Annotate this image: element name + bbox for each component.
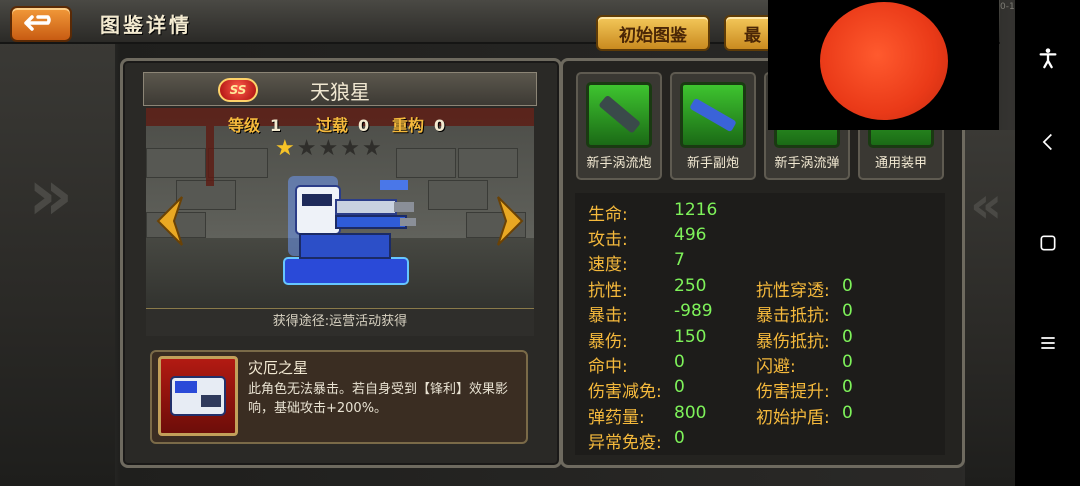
wall-chevron-icon: » bbox=[28, 154, 74, 236]
stat-value: 150 bbox=[674, 327, 707, 347]
stat-value: 0 bbox=[842, 377, 853, 397]
stat-value: 0 bbox=[842, 276, 853, 296]
equipment-slot-2[interactable]: 新手副炮 bbox=[670, 72, 756, 180]
stat-label: 异常免疫: bbox=[588, 433, 662, 453]
stat-label: 暴伤: bbox=[588, 332, 628, 352]
stat-label: 闪避: bbox=[756, 357, 796, 377]
stat-label: 生命: bbox=[588, 205, 628, 225]
secondary-gun-icon bbox=[680, 82, 746, 148]
overload-value: 0 bbox=[358, 116, 370, 135]
equipment-label: 新手涡流弹 bbox=[774, 156, 840, 171]
stat-value: 0 bbox=[674, 428, 685, 448]
stat-value: 0 bbox=[842, 327, 853, 347]
return-arrow-icon bbox=[24, 15, 51, 31]
stat-label: 速度: bbox=[588, 255, 628, 275]
star-rating: ★★★★★ bbox=[275, 136, 384, 161]
rebuild-value: 0 bbox=[434, 116, 446, 135]
menu-icon[interactable] bbox=[1035, 330, 1061, 356]
stat-label: 抗性: bbox=[588, 281, 628, 301]
skill-icon bbox=[158, 356, 238, 436]
star-empty-icon: ★ bbox=[361, 136, 384, 161]
rebuild-stat: 重构 0 bbox=[392, 112, 445, 136]
overload-stat: 过载 0 bbox=[316, 112, 369, 136]
star-empty-icon: ★ bbox=[296, 136, 319, 161]
stat-value: -989 bbox=[674, 301, 713, 321]
stat-label: 伤害提升: bbox=[756, 382, 830, 402]
star-filled-icon: ★ bbox=[275, 136, 297, 161]
next-unit-arrow-icon[interactable] bbox=[494, 195, 528, 247]
stat-label: 弹药量: bbox=[588, 408, 645, 428]
stat-value: 250 bbox=[674, 276, 707, 296]
stat-value: 0 bbox=[674, 352, 685, 372]
overload-label: 过载 bbox=[316, 116, 349, 135]
sun-image bbox=[820, 2, 948, 120]
stat-value: 0 bbox=[674, 377, 685, 397]
stat-label: 初始护盾: bbox=[756, 408, 830, 428]
equipment-label: 通用装甲 bbox=[874, 156, 927, 171]
rebuild-label: 重构 bbox=[392, 116, 425, 135]
stat-label: 攻击: bbox=[588, 230, 628, 250]
stat-label: 暴击: bbox=[588, 306, 628, 326]
cannon-icon bbox=[586, 82, 652, 148]
unit-name: 天狼星 bbox=[310, 80, 370, 104]
stat-value: 0 bbox=[842, 301, 853, 321]
stat-value: 0 bbox=[842, 403, 853, 423]
skill-title: 灾厄之星 bbox=[248, 359, 309, 377]
page-title: 图鉴详情 bbox=[100, 13, 192, 37]
stat-value: 7 bbox=[674, 250, 685, 270]
latest-codex-button[interactable]: 最 bbox=[724, 15, 774, 51]
stat-value: 800 bbox=[674, 403, 707, 423]
level-value: 1 bbox=[270, 116, 282, 135]
left-wall-decor bbox=[0, 40, 115, 486]
stat-label: 抗性穿透: bbox=[756, 281, 830, 301]
star-empty-icon: ★ bbox=[340, 136, 362, 161]
stat-label: 命中: bbox=[588, 357, 628, 377]
equipment-label: 新手副炮 bbox=[686, 156, 739, 171]
back-icon[interactable] bbox=[1035, 129, 1061, 155]
equipment-slot-1[interactable]: 新手涡流炮 bbox=[576, 72, 662, 180]
home-icon[interactable] bbox=[1035, 230, 1061, 256]
accessibility-icon[interactable] bbox=[1035, 45, 1061, 71]
stat-value: 1216 bbox=[674, 200, 718, 220]
robot-unit-image bbox=[283, 176, 416, 285]
wall-chevron-icon: « bbox=[970, 176, 1003, 234]
obtain-method: 获得途径:运营活动获得 bbox=[146, 308, 534, 336]
prev-unit-arrow-icon[interactable] bbox=[152, 195, 186, 247]
stat-label: 伤害减免: bbox=[588, 382, 662, 402]
skill-description: 此角色无法暴击。若自身受到【锋利】效果影响，基础攻击+200%。 bbox=[248, 382, 509, 416]
equipment-label: 新手涡流炮 bbox=[586, 156, 652, 171]
level-stat: 等级 1 bbox=[228, 112, 281, 136]
star-empty-icon: ★ bbox=[318, 136, 341, 161]
stat-label: 暴伤抵抗: bbox=[756, 332, 830, 352]
level-label: 等级 bbox=[228, 116, 261, 135]
initial-codex-button[interactable]: 初始图鉴 bbox=[596, 15, 710, 51]
stat-value: 0 bbox=[842, 352, 853, 372]
stat-value: 496 bbox=[674, 225, 707, 245]
back-button[interactable] bbox=[10, 6, 72, 42]
stat-label: 暴击抵抗: bbox=[756, 306, 830, 326]
grade-badge: SS bbox=[218, 78, 258, 102]
